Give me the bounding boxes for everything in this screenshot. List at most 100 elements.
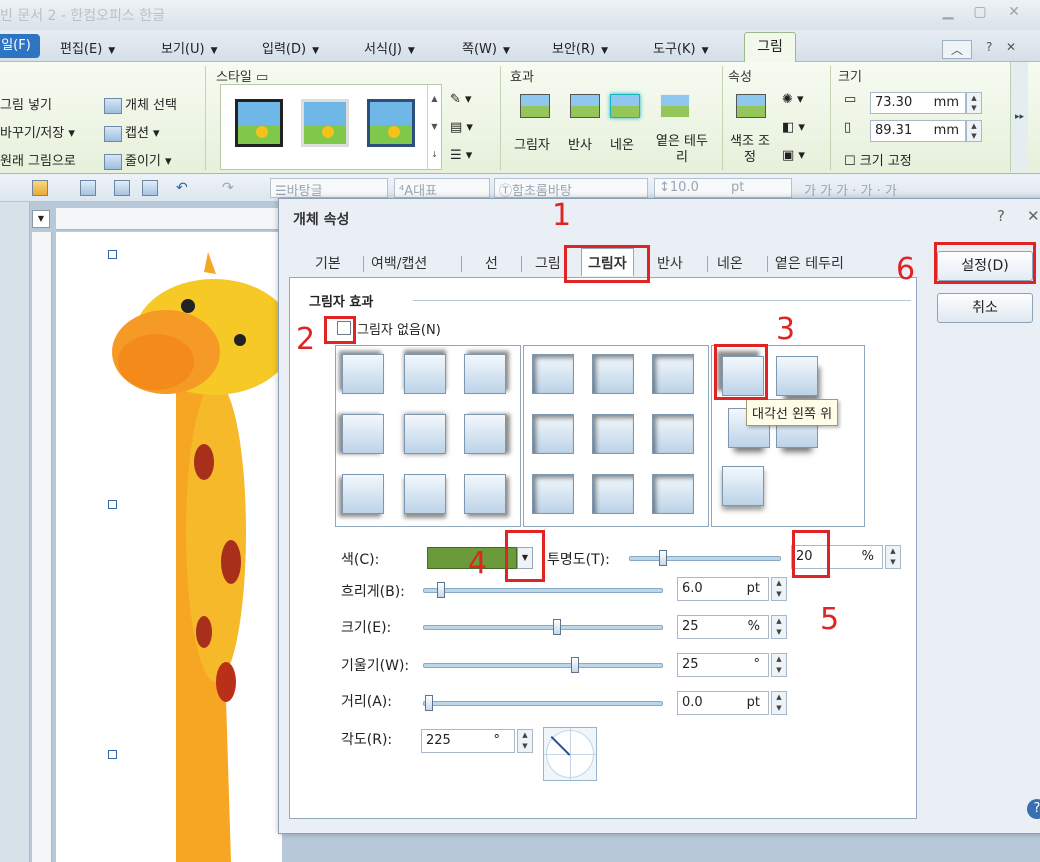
giraffe-image[interactable] (56, 232, 294, 862)
neon-button[interactable]: 네온 (610, 134, 634, 153)
undo-icon[interactable]: ↶ (176, 180, 192, 196)
angle-dial[interactable] (543, 727, 597, 781)
tilt-spinner[interactable]: ▲ ▼ (771, 653, 787, 677)
font-format-buttons[interactable]: 가 가 가 · 가 · 가 (804, 180, 897, 199)
shadow-size-slider-thumb[interactable] (553, 619, 561, 635)
style-thumb-1[interactable] (235, 99, 283, 147)
help-icon[interactable]: ? (1027, 799, 1040, 819)
tilt-input[interactable]: 25 ° (677, 653, 769, 677)
border-color-button[interactable]: ✎ ▾ (450, 92, 472, 107)
reflection-button[interactable]: 반사 (568, 134, 592, 153)
preview-icon[interactable] (142, 180, 158, 196)
caption-button[interactable]: 캡션 ▾ (104, 122, 160, 142)
shadow-size-input[interactable]: 25% (677, 615, 769, 639)
shadow-preset[interactable] (592, 354, 634, 394)
blur-spinner[interactable]: ▲ ▼ (771, 577, 787, 601)
tilt-slider[interactable] (423, 663, 663, 668)
original-picture-button[interactable]: 원래 그림으로 (0, 150, 76, 169)
menu-tools[interactable]: 도구(K) ▼ (653, 38, 709, 57)
menu-page[interactable]: 쪽(W) ▼ (462, 38, 510, 57)
opacity-spinner[interactable]: ▲ ▼ (885, 545, 901, 569)
height-input[interactable]: 89.31 mm (870, 120, 966, 142)
shrink-button[interactable]: 줄이기 ▾ (104, 150, 172, 170)
shadow-preset[interactable] (532, 474, 574, 514)
shadow-preset[interactable] (652, 414, 694, 454)
shadow-preset[interactable] (532, 414, 574, 454)
dialog-close-icon[interactable]: ✕ (1027, 207, 1040, 225)
minimize-icon[interactable]: ▁ (936, 4, 960, 24)
border-width-button[interactable]: ☰ ▾ (450, 148, 472, 163)
shadow-preset[interactable] (652, 354, 694, 394)
blur-slider[interactable] (423, 588, 663, 593)
print-icon[interactable] (114, 180, 130, 196)
style-thumb-2[interactable] (301, 99, 349, 147)
shadow-preset[interactable] (592, 474, 634, 514)
help-icon[interactable]: ? (986, 40, 992, 54)
shadow-preset[interactable] (776, 356, 818, 396)
shadow-preset[interactable] (464, 474, 506, 514)
font-size-combo[interactable]: ↕10.0 pt (654, 178, 792, 198)
menu-edit[interactable]: 편집(E) ▼ (60, 38, 115, 57)
picture-effect-button[interactable]: ✺ ▾ (782, 92, 804, 107)
menu-format[interactable]: 서식(J) ▼ (364, 38, 415, 57)
distance-slider-thumb[interactable] (425, 695, 433, 711)
resize-handle[interactable] (108, 250, 117, 259)
height-spinner[interactable]: ▲ ▼ (966, 120, 982, 142)
distance-input[interactable]: 0.0 pt (677, 691, 769, 715)
width-spinner[interactable]: ▲ ▼ (966, 92, 982, 114)
distance-spinner[interactable]: ▲ ▼ (771, 691, 787, 715)
shadow-preset[interactable] (404, 354, 446, 394)
representative-combo[interactable]: ⁴A대표 (394, 178, 490, 199)
tab-picture[interactable]: 그림 (535, 253, 561, 273)
shadow-preset[interactable] (404, 474, 446, 514)
close-icon[interactable]: ✕ (1002, 4, 1026, 24)
menu-security[interactable]: 보안(R) ▼ (552, 38, 608, 57)
open-icon[interactable] (32, 180, 48, 196)
shadow-button[interactable]: 그림자 (514, 134, 550, 153)
insert-picture-button[interactable]: 그림 넣기 (0, 94, 52, 113)
angle-input[interactable]: 225 ° (421, 729, 515, 753)
resize-handle[interactable] (108, 500, 117, 509)
style-thumb-3[interactable] (367, 99, 415, 147)
tab-neon[interactable]: 네온 (717, 253, 743, 273)
tab-line[interactable]: 선 (485, 253, 498, 273)
crop-button[interactable]: ▣ ▾ (782, 148, 805, 163)
color-adjust-button[interactable]: 색조 조정 (730, 134, 770, 166)
shadow-preset[interactable] (592, 414, 634, 454)
shadow-preset[interactable] (532, 354, 574, 394)
tab-picture[interactable]: 그림 (744, 32, 796, 63)
shadow-size-slider[interactable] (423, 625, 663, 630)
width-input[interactable]: 73.30 mm (870, 92, 966, 114)
menu-view[interactable]: 보기(U) ▼ (161, 38, 218, 57)
shadow-preset[interactable] (404, 414, 446, 454)
tab-reflection[interactable]: 반사 (657, 253, 683, 273)
ribbon-more-icon[interactable]: ▸▸ (1010, 62, 1028, 172)
ruler-toggle[interactable]: ▼ (32, 210, 50, 228)
blur-input[interactable]: 6.0 pt (677, 577, 769, 601)
select-object-button[interactable]: 개체 선택 (104, 94, 177, 114)
resize-handle[interactable] (108, 750, 117, 759)
shadow-preset[interactable] (464, 354, 506, 394)
horizontal-ruler[interactable] (56, 208, 286, 230)
menu-insert[interactable]: 입력(D) ▼ (262, 38, 319, 57)
soft-edge-button[interactable]: 옅은 테두리 (654, 134, 710, 166)
style-combo[interactable]: ☰바탕글 (270, 178, 388, 199)
border-style-button[interactable]: ▤ ▾ (450, 120, 473, 135)
ribbon-close-icon[interactable]: ✕ (1006, 40, 1016, 54)
gallery-scroll[interactable]: ▲ ▼ ↓ (427, 85, 441, 169)
opacity-slider[interactable] (629, 556, 781, 561)
tilt-slider-thumb[interactable] (571, 657, 579, 673)
file-menu-button[interactable]: 일(F) (0, 34, 40, 58)
distance-slider[interactable] (423, 701, 663, 706)
vertical-ruler[interactable] (32, 232, 52, 862)
maximize-icon[interactable]: ▢ (968, 4, 992, 24)
shadow-preset[interactable] (464, 414, 506, 454)
font-combo[interactable]: Ⓣ함초롬바탕 (494, 178, 648, 199)
document-page[interactable] (56, 232, 294, 862)
tab-margin-caption[interactable]: 여백/캡션 (371, 253, 427, 273)
fix-size-checkbox[interactable]: ☐ 크기 고정 (844, 150, 912, 169)
angle-spinner[interactable]: ▲ ▼ (517, 729, 533, 753)
ribbon-collapse-icon[interactable]: ︿ (942, 40, 973, 59)
shadow-preset[interactable] (722, 466, 764, 506)
blur-slider-thumb[interactable] (437, 582, 445, 598)
